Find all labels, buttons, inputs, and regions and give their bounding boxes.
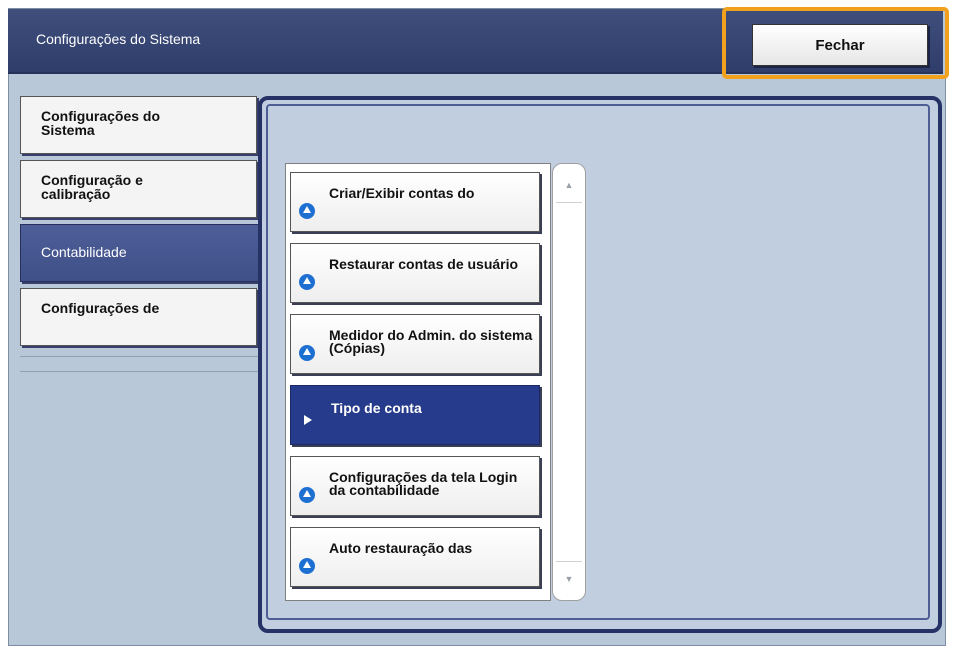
menu-item-label: Auto restauração das bbox=[329, 540, 473, 556]
blue-up-circle-icon bbox=[299, 345, 315, 361]
menu-item-label: Criar/Exibir contas do bbox=[329, 185, 475, 201]
menu-item-label: Tipo de conta bbox=[331, 400, 422, 416]
sidebar-item-label: Configurações do Sistema bbox=[41, 108, 161, 138]
menu-item-label: Medidor do Admin. do sistema (Cópias) bbox=[329, 327, 533, 356]
menu-item-label: Configurações da tela Login da contabili… bbox=[329, 469, 518, 498]
sidebar-item-setup-calibration[interactable]: Configuração e calibração bbox=[20, 160, 257, 218]
blue-up-circle-icon bbox=[299, 487, 315, 503]
sidebar-item-label: Configuração e calibração bbox=[41, 172, 143, 202]
scrollbar[interactable]: ▲ ▼ bbox=[552, 163, 586, 601]
menu-item-label: Restaurar contas de usuário bbox=[329, 256, 519, 272]
sidebar-item-label: Configurações de bbox=[41, 300, 160, 316]
scroll-up-icon[interactable]: ▲ bbox=[556, 168, 582, 203]
sidebar-item-settings[interactable]: Configurações de bbox=[20, 288, 257, 346]
play-icon bbox=[304, 415, 312, 425]
menu-item-login-screen-settings[interactable]: Configurações da tela Login da contabili… bbox=[290, 456, 540, 516]
blue-up-circle-icon bbox=[299, 274, 315, 290]
menu-item-admin-meter[interactable]: Medidor do Admin. do sistema (Cópias) bbox=[290, 314, 540, 374]
sidebar-divider bbox=[20, 356, 260, 372]
menu-item-account-type[interactable]: Tipo de conta bbox=[290, 385, 540, 445]
close-button[interactable]: Fechar bbox=[752, 24, 928, 66]
scroll-down-icon[interactable]: ▼ bbox=[556, 561, 582, 596]
sidebar-item-accounting[interactable]: Contabilidade bbox=[20, 224, 264, 282]
blue-up-circle-icon bbox=[299, 203, 315, 219]
window-title: Configurações do Sistema bbox=[36, 31, 201, 47]
menu-item-create-view-accounts[interactable]: Criar/Exibir contas do bbox=[290, 172, 540, 232]
menu-item-auto-reset[interactable]: Auto restauração das bbox=[290, 527, 540, 587]
menu-item-reset-user-accounts[interactable]: Restaurar contas de usuário bbox=[290, 243, 540, 303]
sidebar-item-label: Contabilidade bbox=[41, 244, 127, 260]
sidebar-item-system-settings[interactable]: Configurações do Sistema bbox=[20, 96, 257, 154]
blue-up-circle-icon bbox=[299, 558, 315, 574]
